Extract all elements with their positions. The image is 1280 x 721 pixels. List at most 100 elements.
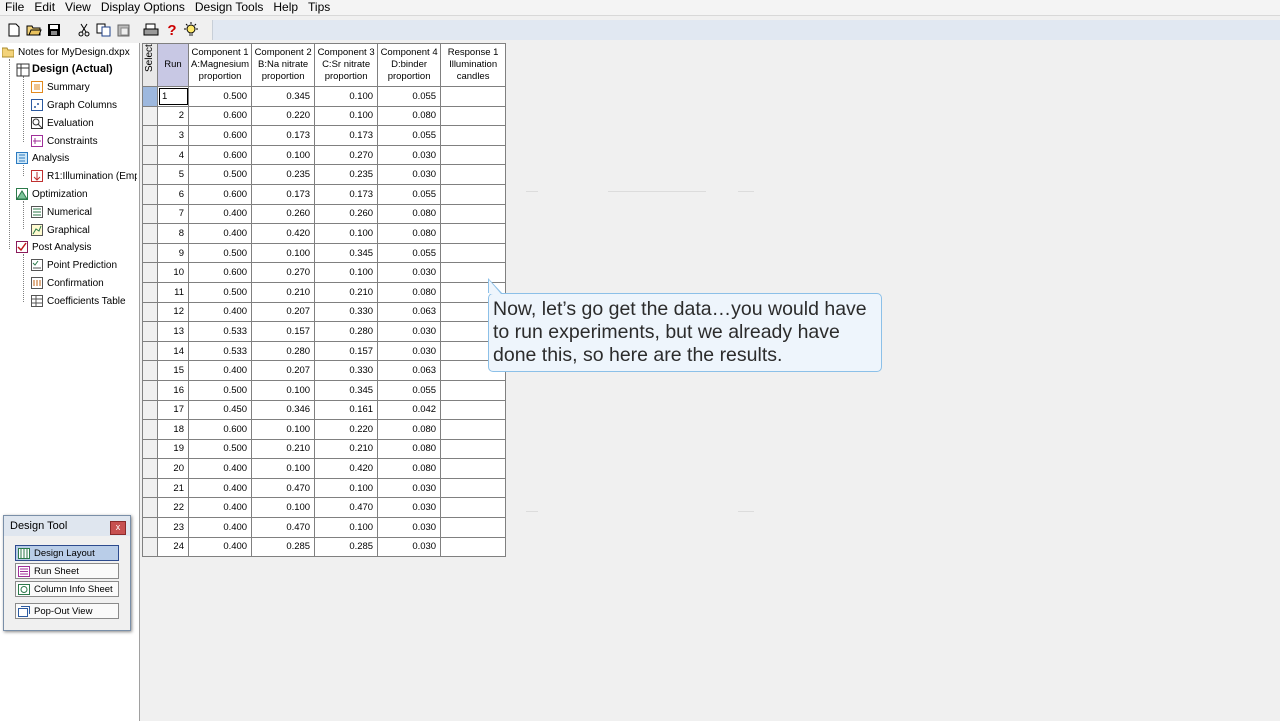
component-cell[interactable]: 0.030 [377, 262, 442, 283]
run-number-cell[interactable]: 23 [157, 517, 189, 538]
run-number-cell[interactable]: 1 [157, 86, 189, 107]
row-select-cell[interactable] [142, 458, 158, 479]
row-select-cell[interactable] [142, 223, 158, 244]
component-cell[interactable]: 0.210 [314, 281, 379, 303]
tree-item-graphical[interactable]: Graphical [31, 222, 90, 238]
response-cell[interactable] [440, 183, 507, 205]
component-cell[interactable]: 0.030 [377, 517, 442, 538]
component-cell[interactable]: 0.100 [314, 105, 379, 127]
table-row[interactable]: 15 0.400 0.207 0.330 0.063 [142, 360, 507, 381]
component-cell[interactable]: 0.161 [314, 399, 379, 421]
row-select-cell[interactable] [142, 517, 158, 538]
row-select-cell[interactable] [142, 125, 158, 146]
column-header-response[interactable]: Response 1 Illumination candles [440, 43, 507, 87]
component-cell[interactable]: 0.500 [187, 86, 253, 107]
table-row[interactable]: 6 0.600 0.173 0.173 0.055 [142, 183, 507, 205]
menu-view[interactable]: View [60, 0, 96, 15]
component-cell[interactable]: 0.100 [251, 144, 316, 166]
response-cell[interactable] [440, 458, 507, 479]
tree-item-post-analysis[interactable]: Post Analysis [16, 239, 91, 255]
component-cell[interactable]: 0.055 [377, 183, 442, 205]
tree-item-r1-illumination[interactable]: R1:Illumination (Empt [31, 168, 137, 184]
column-header-c[interactable]: Component 3 C:Sr nitrate proportion [314, 43, 379, 87]
table-row[interactable]: 19 0.500 0.210 0.210 0.080 [142, 438, 507, 460]
component-cell[interactable]: 0.470 [314, 497, 379, 519]
column-header-b[interactable]: Component 2 B:Na nitrate proportion [251, 43, 316, 87]
table-row[interactable]: 2 0.600 0.220 0.100 0.080 [142, 105, 507, 127]
paste-icon[interactable] [116, 22, 132, 38]
run-number-cell[interactable]: 18 [157, 419, 189, 440]
component-cell[interactable]: 0.080 [377, 458, 442, 479]
component-cell[interactable]: 0.055 [377, 86, 442, 107]
table-row[interactable]: 8 0.400 0.420 0.100 0.080 [142, 223, 507, 244]
table-row[interactable]: 13 0.533 0.157 0.280 0.030 [142, 321, 507, 342]
tree-item-confirmation[interactable]: Confirmation [31, 275, 104, 291]
table-row[interactable]: 17 0.450 0.346 0.161 0.042 [142, 399, 507, 421]
component-cell[interactable]: 0.280 [314, 321, 379, 342]
table-row[interactable]: 21 0.400 0.470 0.100 0.030 [142, 477, 507, 499]
row-select-cell[interactable] [142, 340, 158, 362]
tree-item-analysis[interactable]: Analysis [16, 150, 69, 166]
component-cell[interactable]: 0.157 [251, 321, 316, 342]
component-cell[interactable]: 0.100 [314, 86, 379, 107]
component-cell[interactable]: 0.220 [251, 105, 316, 127]
run-number-cell[interactable]: 24 [157, 536, 189, 558]
component-cell[interactable]: 0.270 [251, 262, 316, 283]
component-cell[interactable]: 0.600 [187, 105, 253, 127]
component-cell[interactable]: 0.420 [251, 223, 316, 244]
component-cell[interactable]: 0.400 [187, 360, 253, 381]
response-cell[interactable] [440, 379, 507, 401]
response-cell[interactable] [440, 536, 507, 558]
pop-out-view-button[interactable]: Pop-Out View [15, 603, 119, 619]
component-cell[interactable]: 0.330 [314, 360, 379, 381]
response-cell[interactable] [440, 497, 507, 519]
response-cell[interactable] [440, 419, 507, 440]
row-select-cell[interactable] [142, 164, 158, 185]
select-header[interactable]: Select [142, 43, 158, 87]
component-cell[interactable]: 0.220 [314, 419, 379, 440]
close-icon[interactable]: x [110, 521, 126, 535]
component-cell[interactable]: 0.400 [187, 536, 253, 558]
tree-item-optimization[interactable]: Optimization [16, 186, 88, 202]
component-cell[interactable]: 0.173 [251, 183, 316, 205]
run-number-cell[interactable]: 13 [157, 321, 189, 342]
component-cell[interactable]: 0.055 [377, 379, 442, 401]
row-select-cell[interactable] [142, 536, 158, 558]
save-icon[interactable] [46, 22, 62, 38]
run-number-cell[interactable]: 2 [157, 105, 189, 127]
run-number-cell[interactable]: 21 [157, 477, 189, 499]
table-row[interactable]: 1 0.500 0.345 0.100 0.055 [142, 86, 507, 107]
component-cell[interactable]: 0.100 [251, 419, 316, 440]
tree-item-numerical[interactable]: Numerical [31, 204, 92, 220]
row-select-cell[interactable] [142, 86, 158, 107]
row-select-cell[interactable] [142, 144, 158, 166]
component-cell[interactable]: 0.533 [187, 321, 253, 342]
row-select-cell[interactable] [142, 399, 158, 421]
row-select-cell[interactable] [142, 497, 158, 519]
component-cell[interactable]: 0.400 [187, 477, 253, 499]
component-cell[interactable]: 0.030 [377, 144, 442, 166]
component-cell[interactable]: 0.345 [251, 86, 316, 107]
run-number-cell[interactable]: 20 [157, 458, 189, 479]
component-cell[interactable]: 0.100 [251, 242, 316, 264]
component-cell[interactable]: 0.400 [187, 203, 253, 225]
component-cell[interactable]: 0.500 [187, 164, 253, 185]
response-cell[interactable] [440, 164, 507, 185]
response-cell[interactable] [440, 242, 507, 264]
component-cell[interactable]: 0.470 [251, 477, 316, 499]
cut-icon[interactable] [76, 22, 92, 38]
response-cell[interactable] [440, 203, 507, 225]
table-row[interactable]: 7 0.400 0.260 0.260 0.080 [142, 203, 507, 225]
table-row[interactable]: 22 0.400 0.100 0.470 0.030 [142, 497, 507, 519]
component-cell[interactable]: 0.042 [377, 399, 442, 421]
component-cell[interactable]: 0.345 [314, 242, 379, 264]
component-cell[interactable]: 0.173 [314, 125, 379, 146]
component-cell[interactable]: 0.100 [314, 262, 379, 283]
component-cell[interactable]: 0.600 [187, 125, 253, 146]
component-cell[interactable]: 0.400 [187, 223, 253, 244]
tree-item-coefficients-table[interactable]: Coefficients Table [31, 293, 126, 309]
row-select-cell[interactable] [142, 242, 158, 264]
component-cell[interactable]: 0.400 [187, 301, 253, 323]
run-number-cell[interactable]: 14 [157, 340, 189, 362]
run-number-cell[interactable]: 15 [157, 360, 189, 381]
